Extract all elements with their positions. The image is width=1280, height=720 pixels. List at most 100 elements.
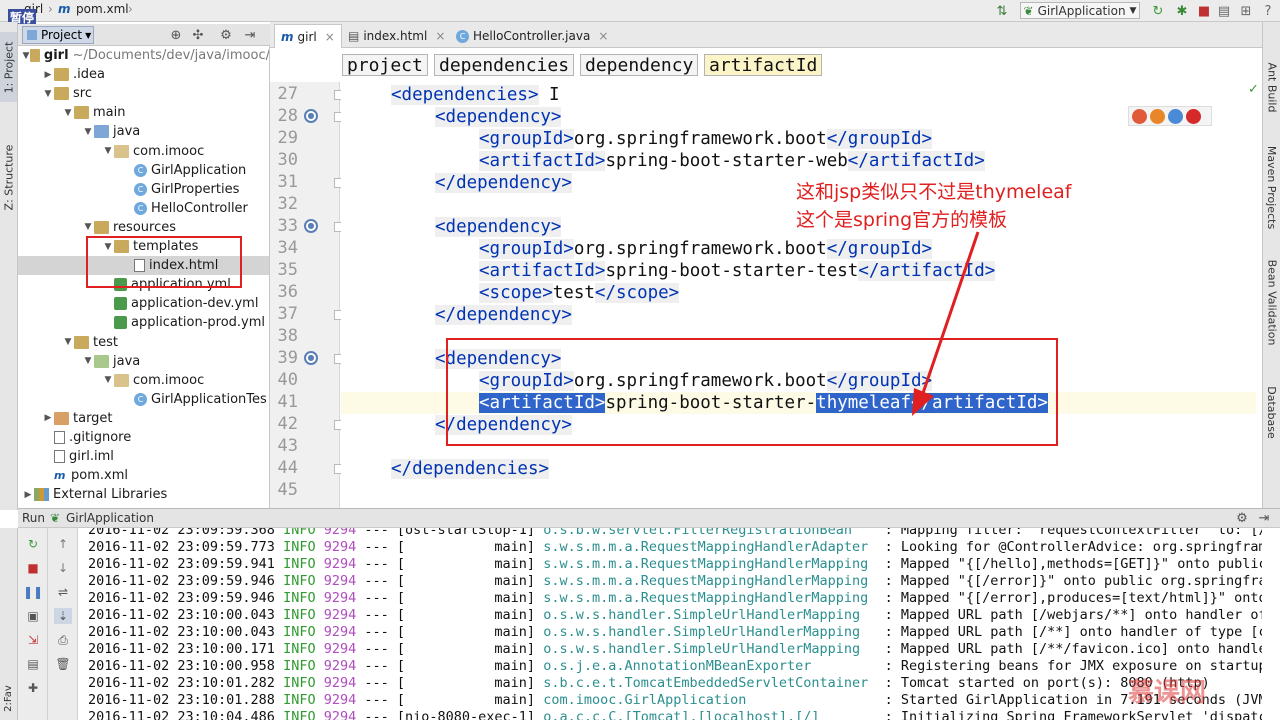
tree-item[interactable]: girl.iml (18, 447, 269, 466)
log-thread: [ main] (396, 607, 536, 623)
chevron-down-icon[interactable]: ▼ (62, 337, 74, 347)
tree-item[interactable]: ▼ src (18, 84, 269, 103)
tree-item[interactable]: index.html (18, 256, 269, 276)
code-token: </dependencies> (391, 459, 550, 479)
run-config-tab[interactable]: GirlApplication (66, 511, 154, 525)
editor-tab[interactable]: ▤ index.html × (342, 24, 451, 48)
hide-panel-icon[interactable]: ⇥ (1256, 510, 1272, 526)
pause-icon[interactable]: ❚❚ (23, 584, 43, 600)
tree-item[interactable]: ▼ resources (18, 218, 269, 237)
close-icon[interactable]: × (598, 29, 608, 43)
tree-item[interactable]: ▼ com.imooc (18, 142, 269, 161)
breadcrumb-item[interactable]: dependency (580, 54, 699, 76)
tree-item[interactable]: ▼ templates (18, 237, 269, 256)
tree-item[interactable]: ▼ girl ~/Documents/dev/java/imooc/ (18, 46, 269, 65)
opera-icon[interactable] (1186, 108, 1201, 124)
maven-dependency-icon[interactable]: ● (304, 351, 318, 365)
trash-icon[interactable]: 🗑 (54, 656, 72, 672)
scroll-to-end-icon[interactable]: ⇣ (54, 608, 72, 624)
rerun-icon[interactable]: ↻ (24, 536, 42, 552)
chevron-down-icon[interactable]: ▼ (22, 51, 30, 61)
yml-file-icon (114, 316, 127, 330)
tree-item[interactable]: application.yml (18, 275, 269, 294)
chevron-right-icon[interactable]: ▶ (42, 70, 54, 80)
project-tree: ▼ girl ~/Documents/dev/java/imooc/▶ .idea ▼… (18, 46, 270, 508)
tree-item[interactable]: application-prod.yml (18, 313, 269, 332)
tree-item[interactable]: ▼ java (18, 352, 269, 371)
gear-icon[interactable]: ⚙ (218, 27, 234, 43)
chevron-right-icon[interactable]: ▶ (22, 490, 34, 500)
arrow-up-icon[interactable]: ↑ (54, 536, 72, 552)
tab-project-tool[interactable]: 1: Project (0, 32, 17, 102)
breadcrumb-item[interactable]: artifactId (704, 54, 823, 76)
tab-maven-projects[interactable]: Maven Projects (1263, 132, 1280, 242)
safari-icon[interactable] (1168, 108, 1183, 124)
chevron-down-icon[interactable]: ▼ (102, 242, 114, 252)
sdk-icon[interactable]: ▤ (1216, 3, 1232, 19)
code-editor[interactable]: <dependencies> I <dependency> <groupId>org… (341, 82, 1256, 508)
chevron-down-icon[interactable]: ▼ (82, 222, 94, 232)
stop-icon[interactable]: ■ (1196, 3, 1212, 19)
structure-icon[interactable]: ⊞ (1238, 3, 1254, 19)
tab-structure-tool[interactable]: Z: Structure (0, 132, 17, 222)
debug-icon[interactable]: ✱ (1174, 3, 1190, 19)
project-view-selector[interactable]: Project ▼ (22, 26, 94, 44)
chevron-down-icon[interactable]: ▼ (82, 356, 94, 366)
print-icon[interactable]: ⎙ (54, 632, 72, 648)
tree-item[interactable]: application-dev.yml (18, 294, 269, 313)
help-icon[interactable]: ? (1260, 3, 1276, 19)
exit-icon[interactable]: ⇲ (24, 632, 42, 648)
chevron-down-icon[interactable]: ▼ (62, 108, 74, 118)
gear-icon[interactable]: ⚙ (1234, 510, 1250, 526)
editor-tab[interactable]: C HelloController.java × (450, 24, 614, 48)
tree-item[interactable]: ▼ com.imooc (18, 371, 269, 390)
close-icon[interactable]: × (435, 29, 445, 43)
tab-favorites-tool[interactable]: 2:Fav (0, 678, 17, 718)
stop-icon[interactable]: ■ (24, 560, 42, 576)
collapse-all-icon[interactable]: ✣ (190, 27, 206, 43)
chevron-down-icon[interactable]: ▼ (82, 127, 94, 137)
rerun-icon[interactable]: ↻ (1150, 3, 1166, 19)
pin-icon[interactable]: ✚ (24, 680, 42, 696)
chevron-down-icon[interactable]: ▼ (42, 89, 54, 99)
chevron-right-icon[interactable]: ▶ (42, 413, 54, 423)
dump-threads-icon[interactable]: ▣ (24, 608, 42, 624)
tab-database[interactable]: Database (1263, 372, 1280, 452)
editor-tab[interactable]: m girl × (274, 24, 342, 48)
maven-dependency-icon[interactable]: ● (304, 109, 318, 123)
tree-item[interactable]: ▼ test (18, 333, 269, 352)
tree-item[interactable]: .gitignore (18, 428, 269, 447)
log-msg: : Mapped "{[/error]}" onto public org.sp… (884, 573, 1262, 589)
tree-item[interactable]: C GirlProperties (18, 180, 269, 199)
close-icon[interactable]: × (325, 30, 335, 44)
tree-item[interactable]: ▼ main (18, 103, 269, 122)
breadcrumb-item[interactable]: dependencies (434, 54, 575, 76)
tree-item[interactable]: C HelloController (18, 199, 269, 218)
vcs-update-icon[interactable]: ⇅ (994, 3, 1010, 19)
tree-item[interactable]: C GirlApplication (18, 161, 269, 180)
firefox-icon[interactable] (1150, 108, 1165, 124)
chevron-down-icon[interactable]: ▼ (102, 375, 114, 385)
arrow-down-icon[interactable]: ↓ (54, 560, 72, 576)
tree-item[interactable]: ▶ target (18, 409, 269, 428)
tree-item[interactable]: C GirlApplicationTes (18, 390, 269, 409)
layout-icon[interactable]: ▤ (24, 656, 42, 672)
maven-dependency-icon[interactable]: ● (304, 219, 318, 233)
hide-panel-icon[interactable]: ⇥ (242, 27, 258, 43)
chevron-down-icon[interactable]: ▼ (102, 146, 114, 156)
chrome-icon[interactable] (1132, 108, 1147, 124)
breadcrumb-item[interactable]: project (342, 54, 428, 76)
nav-crumb-file[interactable]: pom.xml (76, 2, 129, 16)
tab-bean-validation[interactable]: Bean Validation (1263, 242, 1280, 362)
tree-item[interactable]: m pom.xml (18, 466, 269, 485)
tree-item[interactable]: ▶ External Libraries (18, 485, 269, 504)
tab-ant-build[interactable]: Ant Build (1263, 42, 1280, 132)
tree-item[interactable]: ▼ java (18, 122, 269, 141)
console-output[interactable]: 2016-11-02 23:09:59.368 INFO 9294 --- [o… (78, 528, 1262, 720)
run-config-selector[interactable]: ❦ GirlApplication ▼ (1020, 2, 1140, 19)
locate-icon[interactable]: ⊕ (168, 27, 184, 43)
soft-wrap-icon[interactable]: ⇌ (54, 584, 72, 600)
tree-item[interactable]: ▶ .idea (18, 65, 269, 84)
log-line: 2016-11-02 23:09:59.368 INFO 9294 --- [o… (88, 528, 1262, 539)
log-lv: INFO (283, 641, 316, 657)
